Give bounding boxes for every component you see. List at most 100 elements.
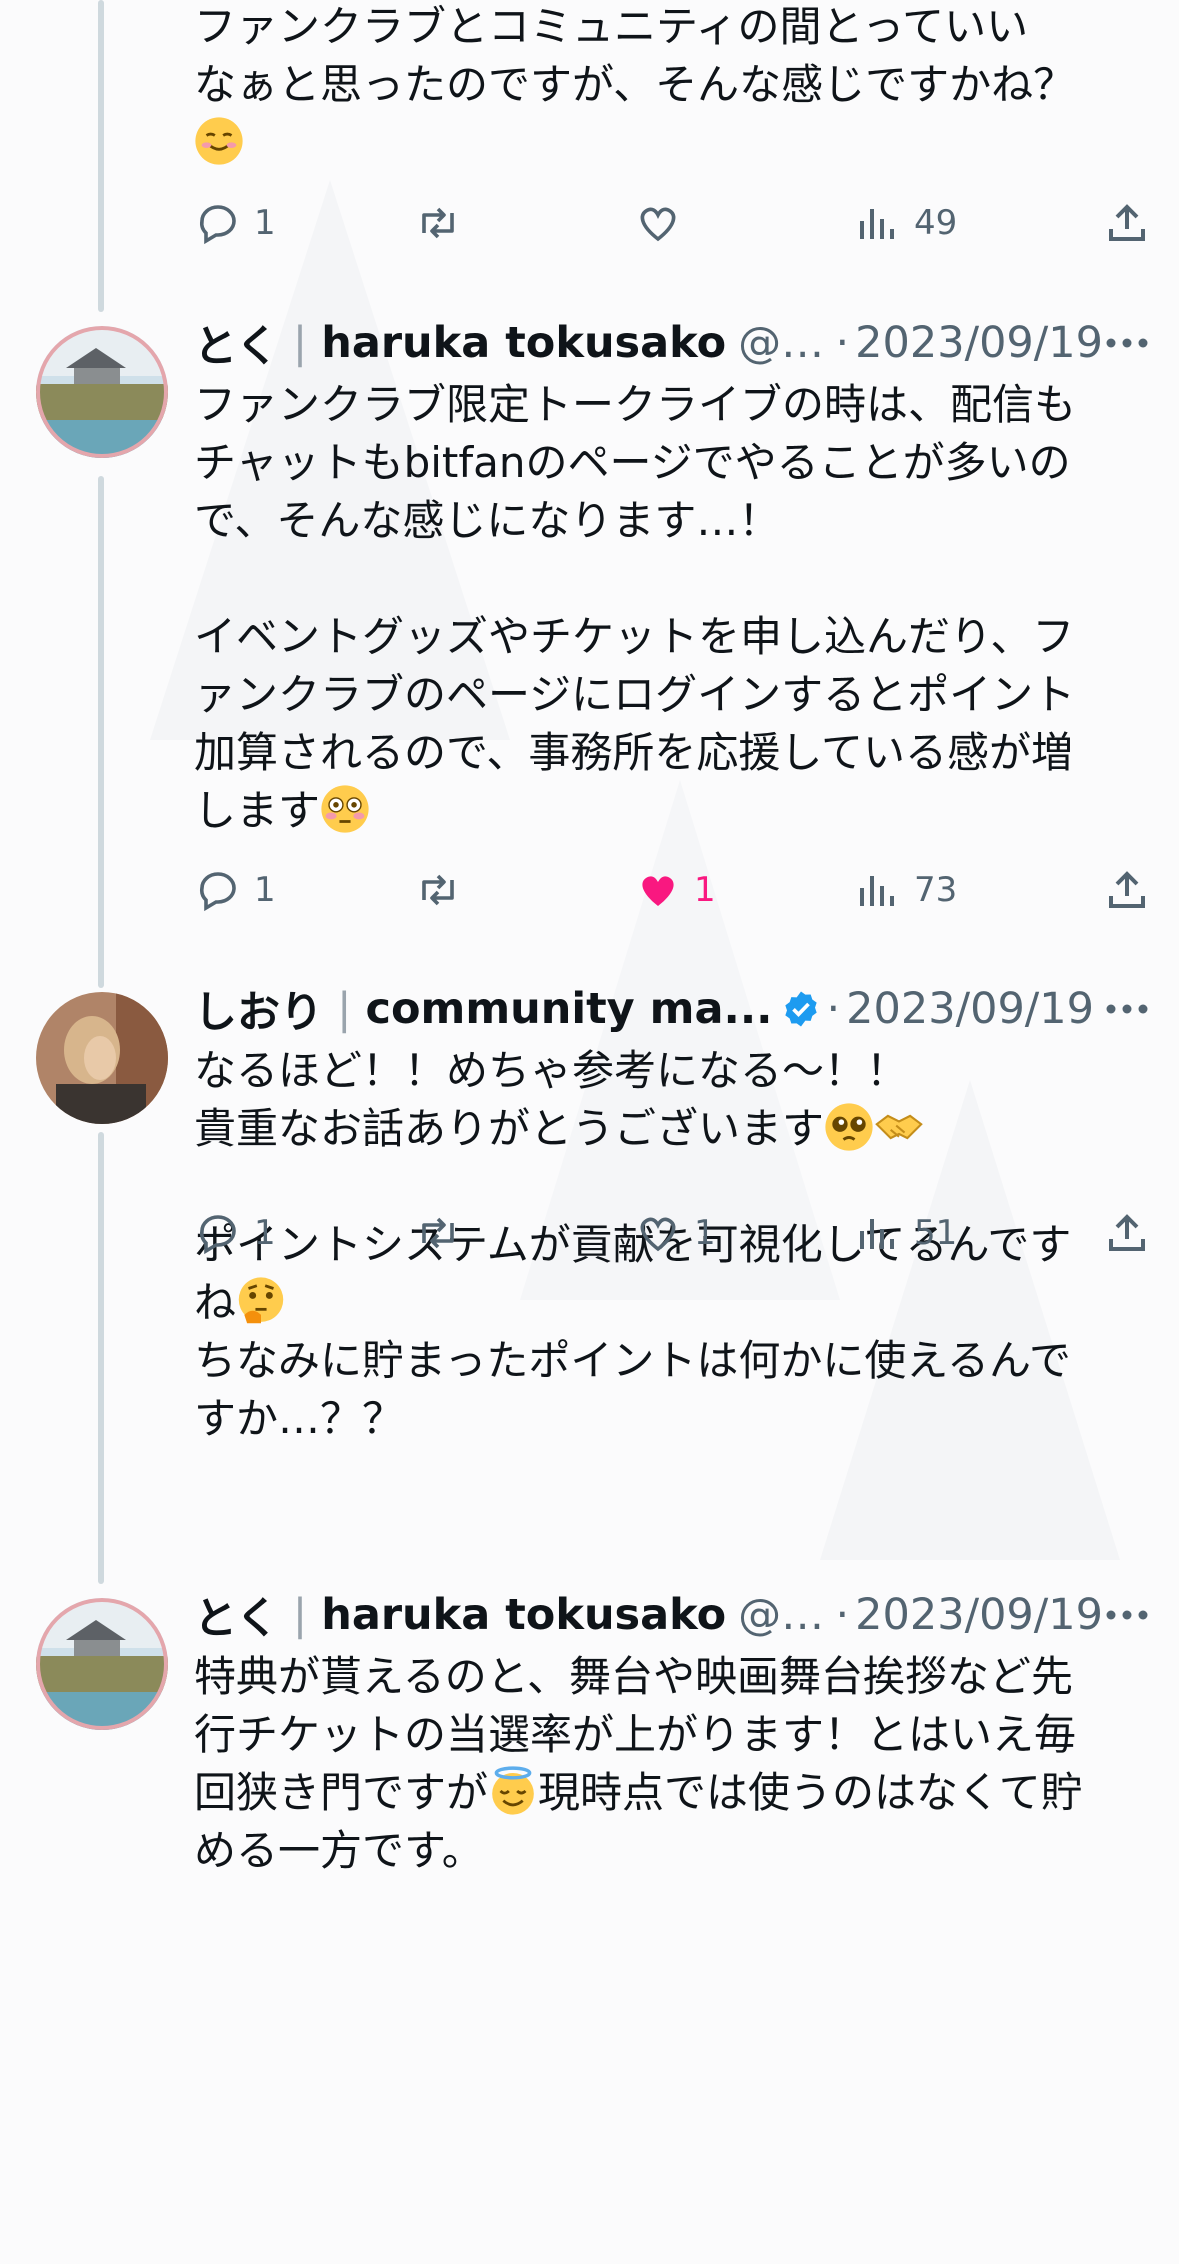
verified-badge-icon xyxy=(784,991,817,1027)
retweet-button[interactable] xyxy=(414,193,462,253)
text-line: 加算されるので、事務所を応援している感が増 xyxy=(194,728,1074,777)
share-icon xyxy=(1109,204,1145,241)
tweet-actions: 1 1 73 xyxy=(194,860,1151,920)
avatar[interactable] xyxy=(36,326,168,458)
reply-button[interactable]: 1 xyxy=(194,193,276,253)
text-line: ファンクラブとコミュニティの間とっていい xyxy=(194,2,1029,51)
text-line: 行チケットの当選率が上がります！とはいえ毎 xyxy=(194,1710,1077,1759)
display-name[interactable]: しおり xyxy=(194,978,323,1040)
tweet-text: ファンクラブ限定トークライブの時は、配信も チャットもbitfanのページでやる… xyxy=(194,376,1151,840)
tweet-date[interactable]: 2023/09/19 xyxy=(855,1590,1103,1640)
heart-filled-icon xyxy=(642,876,674,906)
avatar-image xyxy=(36,1598,168,1730)
name-separator: | xyxy=(337,984,352,1034)
heart-icon xyxy=(640,207,676,242)
text-line: で、そんな感じになります…！ xyxy=(194,496,781,545)
tweet-header: しおり | community ma... · 2023/09/19 xyxy=(194,976,1151,1042)
views-count: 73 xyxy=(914,870,958,910)
text-line: チャットもbitfanのページでやることが多いの xyxy=(194,438,1071,487)
retweet-button[interactable] xyxy=(414,1203,462,1263)
avatar-image xyxy=(36,992,168,1124)
display-name[interactable]: とく xyxy=(194,1584,279,1646)
tweet-actions: 1 49 xyxy=(194,193,1151,253)
dot-separator: · xyxy=(835,1590,850,1640)
avatar[interactable] xyxy=(36,1598,168,1730)
share-icon xyxy=(1109,871,1145,908)
retweet-button[interactable] xyxy=(414,860,462,920)
name-separator: | xyxy=(292,1590,308,1640)
retweet-icon xyxy=(422,207,454,239)
thread-line xyxy=(98,1132,104,1584)
like-count: 1 xyxy=(694,1213,716,1253)
thread-line xyxy=(98,0,104,312)
reply-button[interactable]: 1 xyxy=(194,860,276,920)
views-icon xyxy=(860,1219,894,1249)
text-line: 現時点では使うのはなくて貯 xyxy=(538,1768,1083,1817)
heart-icon xyxy=(640,1217,676,1252)
display-name[interactable]: とく xyxy=(194,312,279,374)
views-button[interactable]: 49 xyxy=(854,193,957,253)
display-name-suffix[interactable]: haruka tokusako xyxy=(321,1590,726,1640)
reply-count: 1 xyxy=(254,1213,276,1253)
more-options-button[interactable] xyxy=(1103,1609,1151,1621)
reply-count: 1 xyxy=(254,870,276,910)
share-button[interactable] xyxy=(1103,193,1151,253)
like-button[interactable] xyxy=(634,193,682,253)
retweet-icon xyxy=(422,874,454,906)
tweet-text: 特典が貰えるのと、舞台や映画舞台挨拶など先 行チケットの当選率が上がります！とは… xyxy=(194,1648,1151,1880)
like-button[interactable]: 1 xyxy=(634,860,716,920)
display-name-suffix[interactable]: community ma... xyxy=(366,984,773,1034)
user-handle[interactable]: @t... xyxy=(738,1590,829,1640)
reply-count: 1 xyxy=(254,203,276,243)
thinking-face-icon xyxy=(238,1277,284,1324)
like-count: 1 xyxy=(694,870,716,910)
like-button[interactable]: 1 xyxy=(634,1203,716,1263)
avatar-image xyxy=(36,326,168,458)
retweet-icon xyxy=(422,1217,454,1249)
text-line: ファンクラブ限定トークライブの時は、配信も xyxy=(194,380,1077,429)
tweet-text: ファンクラブとコミュニティの間とっていい なぁと思ったのですが、そんな感じですか… xyxy=(194,0,1151,172)
text-line: 貴重なお話ありがとうございます xyxy=(194,1104,825,1153)
views-count: 49 xyxy=(914,203,958,243)
tweet-body: とく | haruka tokusako @t... · 2023/09/19 … xyxy=(194,310,1151,840)
reply-button[interactable]: 1 xyxy=(194,1203,276,1263)
share-button[interactable] xyxy=(1103,860,1151,920)
dot-separator: · xyxy=(835,318,850,368)
text-line: なぁと思ったのですが、そんな感じですかね？ xyxy=(194,60,1076,109)
more-options-button[interactable] xyxy=(1103,337,1151,349)
tweet-date[interactable]: 2023/09/19 xyxy=(846,984,1094,1034)
tweet-actions: 1 1 51 xyxy=(194,1203,1151,1263)
reply-icon xyxy=(200,1215,236,1255)
text-line: 回狭き門ですが xyxy=(194,1768,489,1817)
share-icon xyxy=(1109,1214,1145,1251)
user-handle[interactable]: @t... xyxy=(738,318,829,368)
thread-line xyxy=(98,476,104,988)
reply-icon xyxy=(200,872,236,912)
tweet-header: とく | haruka tokusako @t... · 2023/09/19 xyxy=(194,1582,1151,1648)
avatar[interactable] xyxy=(36,992,168,1124)
tweet-date[interactable]: 2023/09/19 xyxy=(855,318,1103,368)
tweet-header: とく | haruka tokusako @t... · 2023/09/19 xyxy=(194,310,1151,376)
views-button[interactable]: 51 xyxy=(854,1203,957,1263)
views-count: 51 xyxy=(914,1213,958,1253)
share-button[interactable] xyxy=(1103,1203,1151,1263)
more-icon xyxy=(1106,1610,1148,1620)
more-options-button[interactable] xyxy=(1103,1003,1151,1015)
more-icon xyxy=(1106,338,1148,348)
text-line: ちなみに貯まったポイントは何かに使えるんで xyxy=(194,1336,1071,1385)
views-icon xyxy=(860,209,894,239)
text-line: ァンクラブのページにログインするとポイント xyxy=(194,670,1076,719)
views-icon xyxy=(860,876,894,906)
dot-separator: · xyxy=(826,984,841,1034)
text-line: します xyxy=(194,786,321,835)
reply-icon xyxy=(200,205,236,245)
views-button[interactable]: 73 xyxy=(854,860,957,920)
tweet-body: とく | haruka tokusako @t... · 2023/09/19 … xyxy=(194,1582,1151,1880)
text-line: める一方です。 xyxy=(194,1826,484,1875)
text-line: すか…？？ xyxy=(194,1394,405,1443)
pleading-face-icon xyxy=(825,1103,873,1151)
text-line: なるほど！！めちゃ参考になる〜！！ xyxy=(194,1046,909,1095)
angel-face-icon xyxy=(492,1766,534,1815)
text-line: ね xyxy=(194,1278,237,1327)
display-name-suffix[interactable]: haruka tokusako xyxy=(321,318,726,368)
